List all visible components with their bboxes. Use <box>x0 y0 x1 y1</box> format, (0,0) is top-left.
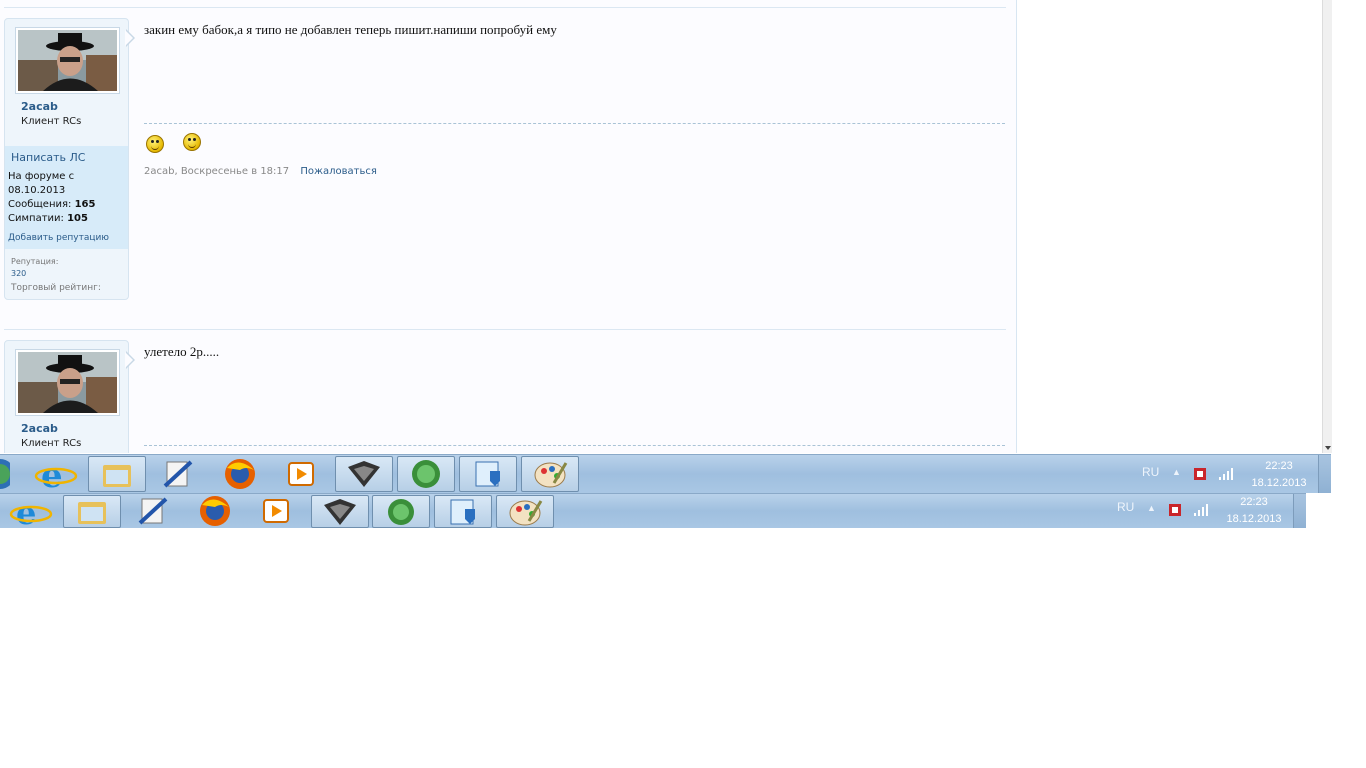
clock-date: 18.12.2013 <box>1226 513 1282 525</box>
joined-date: 08.10.2013 <box>8 185 66 196</box>
avatar-frame[interactable] <box>15 349 120 416</box>
signal-strength-icon[interactable] <box>1193 503 1211 517</box>
taskbar-media[interactable] <box>246 495 304 531</box>
add-reputation-link[interactable]: Добавить репутацию <box>8 233 109 243</box>
message-text: закин ему бабок,а я типо не добавлен теп… <box>144 22 557 37</box>
trade-rating-label: Торговый рейтинг: <box>11 283 101 293</box>
messages-label: Сообщения: <box>8 199 72 210</box>
post-separator <box>4 329 1006 330</box>
tray-expand-icon[interactable]: ▲ <box>1172 467 1181 477</box>
joined-label: На форуме с <box>8 171 75 182</box>
shield-logo-icon[interactable] <box>336 457 392 491</box>
post-meta: 2acab, Воскресенье в 18:17 Пожаловаться <box>144 166 377 177</box>
taskbar-app-shield[interactable] <box>335 456 393 492</box>
taskbar-explorer[interactable] <box>88 456 146 492</box>
firefox-icon[interactable] <box>185 495 243 529</box>
folder-icon[interactable] <box>89 457 145 491</box>
post-pointer <box>125 351 135 369</box>
taskbar-ie[interactable]: e <box>27 456 85 496</box>
taskbar-app-globe[interactable] <box>372 495 430 528</box>
taskbar-app-shield[interactable] <box>311 495 369 528</box>
message-text: улетело 2р..... <box>144 344 220 359</box>
taskbar-ie[interactable]: e <box>2 494 60 532</box>
clock[interactable]: 22:23 18.12.2013 <box>1219 494 1289 528</box>
language-indicator[interactable]: RU <box>1142 465 1159 479</box>
vertical-scrollbar[interactable] <box>1322 0 1332 453</box>
clock-date: 18.12.2013 <box>1251 477 1307 489</box>
taskbar-paint[interactable] <box>496 495 554 528</box>
user-info-panel: 2acab Клиент RCs Написать ЛС На форуме с… <box>4 18 129 300</box>
text-editor-icon[interactable] <box>124 495 182 529</box>
user-info-panel: 2acab Клиент RCs <box>4 340 129 453</box>
reputation-label: Репутация: <box>11 257 59 266</box>
svg-text:e: e <box>16 495 36 529</box>
avatar-frame[interactable] <box>15 27 120 94</box>
forum-thread: 2acab Клиент RCs Написать ЛС На форуме с… <box>0 0 1017 453</box>
tray-expand-icon[interactable]: ▲ <box>1147 503 1156 513</box>
paint-palette-icon[interactable] <box>522 457 578 491</box>
taskbar-secondary: e RU ▲ 22:23 18.12.2013 <box>0 493 1306 532</box>
reputation-value[interactable]: 320 <box>11 269 26 278</box>
internet-explorer-icon[interactable]: e <box>2 494 60 532</box>
taskbar-paint[interactable] <box>521 456 579 492</box>
taskbar-firefox[interactable] <box>210 456 268 492</box>
paint-palette-icon[interactable] <box>497 496 553 528</box>
internet-explorer-icon[interactable]: e <box>27 456 85 496</box>
clock-time: 22:23 <box>1240 496 1268 508</box>
media-player-icon[interactable] <box>271 456 329 492</box>
taskbar-app-installer[interactable] <box>434 495 492 528</box>
avatar[interactable] <box>18 30 117 91</box>
media-player-icon[interactable] <box>246 495 304 529</box>
language-indicator[interactable]: RU <box>1117 500 1134 514</box>
signature-divider <box>144 445 1005 446</box>
antivirus-tray-icon[interactable] <box>1192 466 1208 482</box>
globe-icon[interactable] <box>398 457 454 491</box>
signal-strength-icon[interactable] <box>1218 467 1236 481</box>
post-pointer <box>125 29 135 47</box>
taskbar-media[interactable] <box>271 456 329 492</box>
taskbar-firefox[interactable] <box>185 495 243 531</box>
taskbar-app-editor[interactable] <box>149 456 207 492</box>
installer-icon[interactable] <box>435 496 491 528</box>
firefox-icon[interactable] <box>210 456 268 492</box>
avatar[interactable] <box>18 352 117 413</box>
scroll-down-icon[interactable] <box>1325 446 1331 450</box>
start-button[interactable] <box>0 456 28 492</box>
text-editor-icon[interactable] <box>149 456 207 492</box>
show-desktop-button[interactable] <box>1318 455 1331 493</box>
report-link[interactable]: Пожаловаться <box>300 166 377 177</box>
taskbar-explorer[interactable] <box>63 495 121 528</box>
messages-stat: Сообщения: 165 <box>8 198 95 212</box>
username-link[interactable]: 2acab <box>21 422 58 435</box>
start-orb-icon[interactable] <box>0 456 15 492</box>
likes-stat: Симпатии: 105 <box>8 212 88 226</box>
browser-viewport: 2acab Клиент RCs Написать ЛС На форуме с… <box>0 0 1332 453</box>
antivirus-tray-icon[interactable] <box>1167 502 1183 518</box>
taskbar-app-globe[interactable] <box>397 456 455 492</box>
user-title: Клиент RCs <box>21 116 82 127</box>
taskbar-app-installer[interactable] <box>459 456 517 492</box>
username-link[interactable]: 2acab <box>21 100 58 113</box>
installer-icon[interactable] <box>460 457 516 491</box>
signature-divider <box>144 123 1005 124</box>
smiley-icon <box>146 135 164 153</box>
messages-count: 165 <box>74 199 96 210</box>
globe-icon[interactable] <box>373 496 429 528</box>
show-desktop-button[interactable] <box>1293 494 1306 528</box>
likes-count: 105 <box>67 213 88 224</box>
clock[interactable]: 22:23 18.12.2013 <box>1244 458 1314 492</box>
user-extra-info: Написать ЛС На форуме с 08.10.2013 Сообщ… <box>5 146 128 249</box>
smiley-icon <box>183 133 201 151</box>
svg-text:e: e <box>41 456 63 492</box>
user-title: Клиент RCs <box>21 438 82 449</box>
post-author-date: 2acab, Воскресенье в 18:17 <box>144 166 290 177</box>
folder-icon[interactable] <box>64 496 120 528</box>
send-pm-link[interactable]: Написать ЛС <box>11 151 85 164</box>
likes-label: Симпатии: <box>8 213 64 224</box>
taskbar-app-editor[interactable] <box>124 495 182 531</box>
clock-time: 22:23 <box>1265 460 1293 472</box>
post-separator <box>4 7 1006 8</box>
shield-logo-icon[interactable] <box>312 496 368 528</box>
taskbar-primary: e RU ▲ 22:23 18.12.2013 <box>0 454 1331 496</box>
